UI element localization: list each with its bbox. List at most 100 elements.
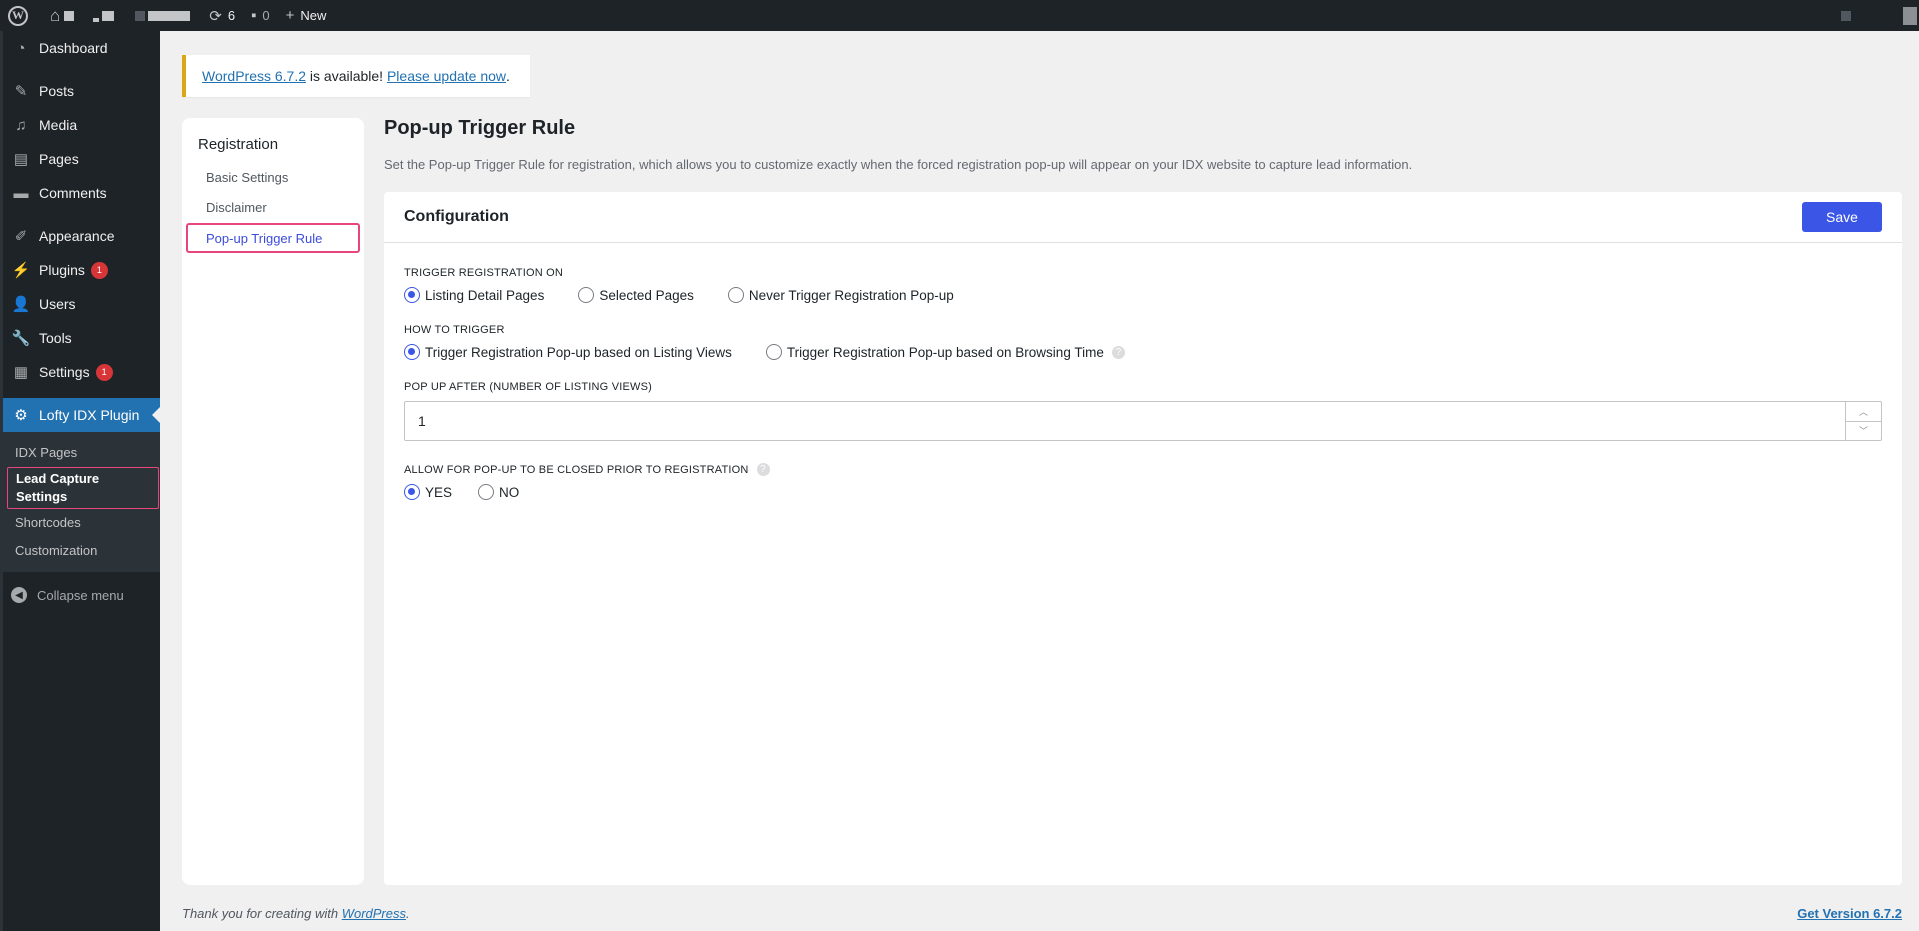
save-button[interactable]: Save (1802, 202, 1882, 232)
trigger-registration-label: TRIGGER REGISTRATION ON (404, 267, 564, 279)
number-spinner: ︿ ﹀ (1845, 402, 1881, 440)
radio-button[interactable] (478, 484, 495, 500)
plugin-submenu: IDX Pages Lead Capture Settings Shortcod… (3, 432, 160, 572)
wordpress-logo-button[interactable]: W (0, 0, 36, 31)
menu-item-dashboard[interactable]: ◔ Dashboard (3, 31, 160, 65)
submenu-item-shortcodes[interactable]: Shortcodes (3, 509, 160, 537)
menu-label: Users (39, 296, 76, 312)
updates-button[interactable]: ⟳ 6 (201, 0, 243, 31)
update-icon: ⟳ (209, 7, 222, 25)
submenu-item-customization[interactable]: Customization (3, 537, 160, 565)
wordpress-version-link[interactable]: WordPress 6.7.2 (202, 68, 306, 84)
menu-label: Media (39, 117, 78, 133)
menu-item-users[interactable]: 👤 Users (3, 287, 160, 321)
my-account[interactable] (1841, 0, 1919, 31)
menu-label: Lofty IDX Plugin (39, 407, 140, 423)
nav-item-disclaimer[interactable]: Disclaimer (186, 193, 360, 223)
menu-label: Appearance (39, 228, 115, 244)
pages-icon: ▤ (13, 151, 29, 168)
radio-label: Selected Pages (599, 287, 694, 303)
radio-label: Trigger Registration Pop-up based on Lis… (425, 344, 732, 360)
pin-icon: ✎ (14, 83, 28, 100)
radio-listing-detail-pages[interactable]: Listing Detail Pages (404, 287, 544, 303)
update-notice: WordPress 6.7.2 is available! Please upd… (182, 55, 530, 97)
help-icon[interactable]: ? (1111, 345, 1125, 359)
radio-never-trigger[interactable]: Never Trigger Registration Pop-up (727, 287, 954, 303)
home-icon: ⌂ (50, 5, 61, 25)
help-icon[interactable]: ? (756, 463, 770, 476)
radio-button-checked[interactable] (404, 344, 420, 360)
increment-arrow-icon[interactable]: ︿ (1846, 402, 1881, 422)
radio-button-checked[interactable] (404, 287, 420, 303)
avatar (1903, 6, 1917, 25)
radio-yes[interactable]: YES (404, 484, 452, 500)
decrement-arrow-icon[interactable]: ﹀ (1846, 422, 1881, 441)
input-value: 1 (418, 413, 426, 429)
page-description: Set the Pop-up Trigger Rule for registra… (384, 157, 1413, 172)
plus-icon: + (285, 7, 295, 24)
wrench-icon: 🔧 (11, 330, 31, 347)
user-icon: 👤 (11, 296, 31, 313)
redacted-text (135, 10, 146, 21)
submenu-item-lead-capture-settings[interactable]: Lead Capture Settings (7, 467, 159, 509)
radio-label: YES (425, 484, 453, 500)
site-name-button[interactable]: ⌂ (36, 0, 201, 31)
radio-no[interactable]: NO (478, 484, 519, 500)
card-header: Configuration Save (384, 192, 1902, 243)
comment-icon: ▬ (13, 184, 29, 202)
menu-item-posts[interactable]: ✎ Posts (3, 74, 160, 108)
update-badge: 1 (90, 261, 108, 279)
radio-listing-views[interactable]: Trigger Registration Pop-up based on Lis… (404, 344, 732, 360)
radio-browsing-time[interactable]: Trigger Registration Pop-up based on Bro… (765, 344, 1104, 360)
menu-item-media[interactable]: ♫ Media (3, 108, 160, 142)
collapse-menu-button[interactable]: ◀ Collapse menu (3, 578, 160, 612)
footer-end: . (406, 906, 410, 921)
allow-close-options: YES NO (404, 484, 1882, 500)
settings-icon: ▦ (13, 364, 29, 381)
how-to-trigger-options: Trigger Registration Pop-up based on Lis… (404, 344, 1882, 360)
comments-button[interactable]: ▪ 0 (243, 0, 278, 31)
configuration-card: Configuration Save TRIGGER REGISTRATION … (384, 192, 1902, 885)
wordpress-link[interactable]: WordPress (342, 906, 406, 921)
nav-item-popup-trigger-rule[interactable]: Pop-up Trigger Rule (186, 223, 360, 253)
menu-label: Comments (39, 185, 107, 201)
menu-item-plugins[interactable]: ⚡ Plugins 1 (3, 253, 160, 287)
admin-bar: W ⌂ ⟳ 6 ▪ 0 + New (0, 0, 1919, 31)
submenu-item-idx-pages[interactable]: IDX Pages (3, 439, 160, 467)
new-content-button[interactable]: + New (278, 0, 335, 31)
menu-label: Plugins (39, 262, 85, 278)
menu-item-settings[interactable]: ▦ Settings 1 (3, 355, 160, 389)
radio-button[interactable] (578, 287, 595, 303)
card-title: Configuration (404, 208, 509, 225)
get-version-link[interactable]: Get Version 6.7.2 (1797, 906, 1902, 921)
menu-label: Dashboard (39, 40, 108, 56)
menu-item-tools[interactable]: 🔧 Tools (3, 321, 160, 355)
redacted-text (102, 10, 115, 21)
radio-button-checked[interactable] (404, 484, 420, 500)
radio-label: Listing Detail Pages (425, 287, 545, 303)
plugin-icon: ⚡ (11, 262, 31, 279)
page-title: Pop-up Trigger Rule (384, 117, 576, 139)
radio-button[interactable] (765, 344, 782, 360)
updates-count: 6 (227, 8, 236, 23)
admin-sidebar: ◔ Dashboard ✎ Posts ♫ Media ▤ Pages ▬ Co… (0, 31, 160, 931)
radio-button[interactable] (727, 287, 744, 303)
nav-item-basic-settings[interactable]: Basic Settings (186, 163, 360, 193)
dashboard-icon: ◔ (16, 39, 26, 57)
menu-label: Tools (39, 330, 72, 346)
menu-item-comments[interactable]: ▬ Comments (3, 176, 160, 210)
wordpress-logo-icon: W (8, 5, 28, 26)
collapse-arrow-icon: ◀ (11, 587, 27, 603)
update-now-link[interactable]: Please update now (387, 68, 506, 84)
listing-views-number-input[interactable]: 1 ︿ ﹀ (404, 401, 1882, 441)
menu-item-lofty-idx-plugin[interactable]: ⚙ Lofty IDX Plugin (3, 398, 160, 432)
gear-icon: ⚙ (14, 407, 28, 424)
radio-selected-pages[interactable]: Selected Pages (578, 287, 694, 303)
footer-thanks: Thank you for creating with WordPress. (182, 906, 410, 921)
redacted-text (1841, 10, 1851, 21)
comment-bubble-icon: ▪ (251, 7, 257, 24)
brush-icon: ✐ (14, 228, 28, 245)
menu-item-pages[interactable]: ▤ Pages (3, 142, 160, 176)
menu-item-appearance[interactable]: ✐ Appearance (3, 219, 160, 253)
card-body: TRIGGER REGISTRATION ON Listing Detail P… (384, 243, 1902, 500)
